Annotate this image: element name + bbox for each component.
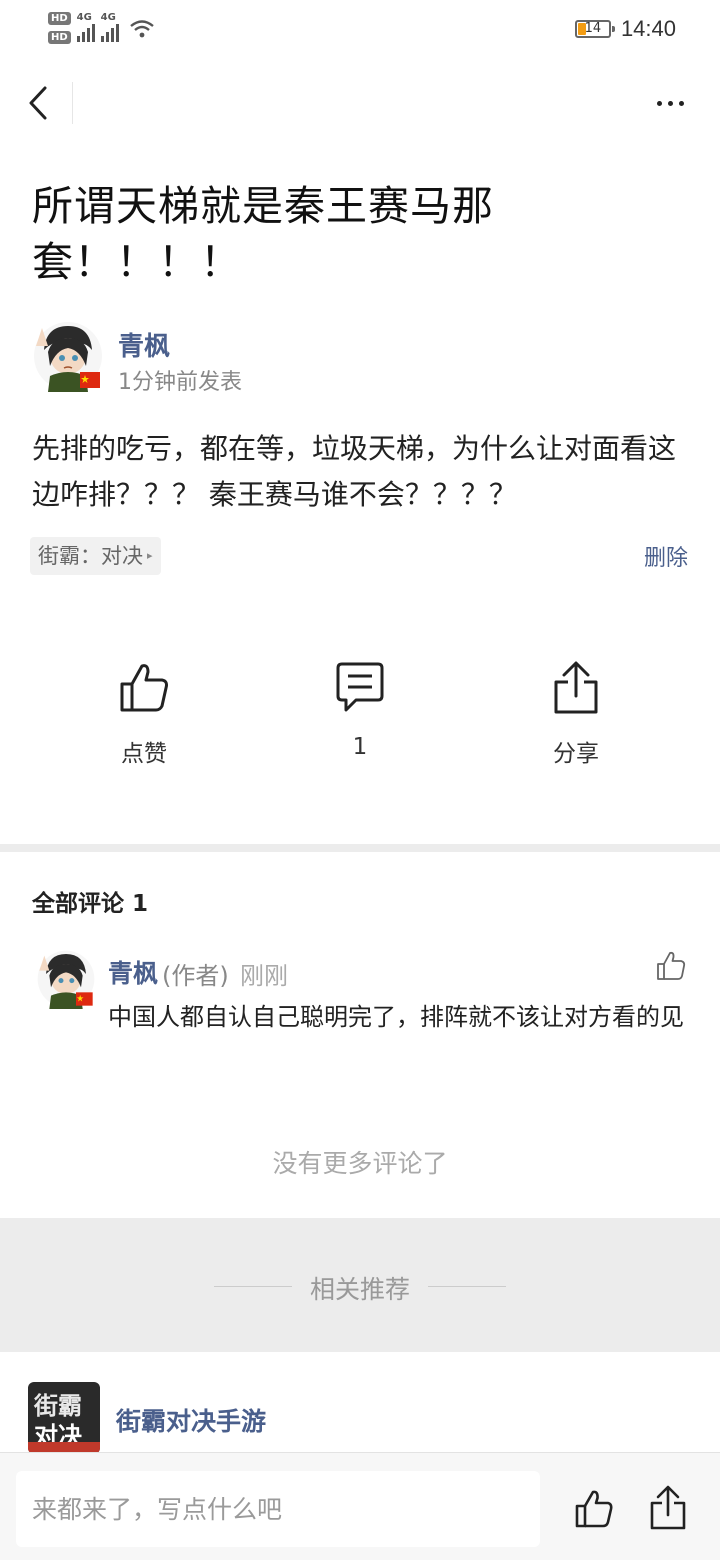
nav-divider — [72, 82, 73, 124]
delete-link[interactable]: 删除 — [644, 540, 688, 572]
more-dot-icon — [667, 100, 673, 106]
hd-badge-2: HD — [48, 31, 71, 44]
thumbs-up-icon — [120, 664, 168, 712]
nav-bar — [0, 62, 720, 146]
back-button[interactable] — [18, 80, 58, 126]
network-type-2: 4G — [100, 12, 116, 23]
divider-line — [428, 1286, 506, 1287]
share-icon[interactable] — [648, 1485, 688, 1531]
related-item-title[interactable]: 街霸对决手游 — [116, 1402, 266, 1438]
battery-icon: 14 — [574, 20, 615, 38]
signal-icon-2: 4G — [100, 12, 119, 42]
status-right: 14 14:40 — [574, 16, 676, 42]
comment-count: 1 — [352, 734, 368, 760]
comment-input[interactable] — [16, 1471, 540, 1547]
comment-action[interactable]: 1 — [290, 660, 430, 760]
status-time: 14:40 — [620, 16, 676, 41]
related-header: 相关推荐 — [309, 1275, 410, 1304]
more-dot-icon — [678, 100, 684, 106]
signal-icon-1: 4G — [76, 12, 95, 42]
related-header-band: 相关推荐 — [0, 1218, 720, 1352]
comments-header: 全部评论 1 — [32, 891, 149, 917]
avatar[interactable] — [32, 320, 104, 392]
post-time: 1分钟前发表 — [118, 370, 242, 395]
comment-time: 刚刚 — [240, 962, 288, 990]
bottom-bar — [0, 1452, 720, 1560]
hd-badge-1: HD — [48, 12, 71, 25]
caret-right-icon: ▸ — [147, 549, 153, 562]
game-logo: 街霸 对决 — [28, 1382, 100, 1454]
like-action[interactable]: 点赞 — [74, 660, 214, 768]
status-left: HD HD 4G 4G — [48, 12, 155, 44]
like-label: 点赞 — [121, 741, 167, 767]
no-more-comments: 没有更多评论了 — [272, 1149, 448, 1178]
post-title: 所谓天梯就是秦王赛马那套！！！！ — [32, 182, 494, 286]
network-type-1: 4G — [76, 12, 92, 23]
status-bar: HD HD 4G 4G 14 14:40 — [0, 0, 720, 62]
post-actions: 点赞 1 分享 — [0, 660, 720, 790]
comment-icon — [336, 662, 384, 712]
share-action[interactable]: 分享 — [506, 660, 646, 768]
post-author[interactable]: 青枫 1分钟前发表 — [32, 320, 632, 396]
comment-item: 青枫 (作者) 刚刚 中国人都自认自己聪明完了，排阵就不该让对方看的见 — [36, 948, 686, 1088]
comment-text: 中国人都自认自己聪明完了，排阵就不该让对方看的见 — [108, 1003, 684, 1031]
section-divider — [0, 844, 720, 852]
related-item[interactable]: 街霸 对决 街霸对决手游 — [0, 1352, 720, 1454]
topic-tag-label: 街霸：对决 — [38, 544, 143, 568]
comment-author-name[interactable]: 青枫 — [108, 954, 158, 990]
avatar[interactable] — [36, 948, 96, 1010]
battery-level: 14 — [584, 21, 602, 36]
post-body: 先排的吃亏，都在等，垃圾天梯，为什么让对面看这边咋排？？？ 秦王赛马谁不会？？？… — [32, 432, 677, 511]
thumbs-up-icon[interactable] — [574, 1489, 614, 1529]
share-icon — [554, 661, 598, 714]
wifi-icon — [129, 20, 154, 38]
comment-like-icon[interactable] — [656, 950, 686, 982]
more-button[interactable] — [650, 88, 690, 118]
hd-indicators: HD HD — [48, 12, 71, 44]
chevron-left-icon — [29, 86, 47, 120]
comment-author-role: (作者) — [162, 962, 229, 990]
topic-tag[interactable]: 街霸：对决 ▸ — [30, 537, 161, 575]
share-label: 分享 — [553, 741, 599, 767]
more-dot-icon — [656, 100, 662, 106]
author-name[interactable]: 青枫 — [118, 326, 170, 363]
